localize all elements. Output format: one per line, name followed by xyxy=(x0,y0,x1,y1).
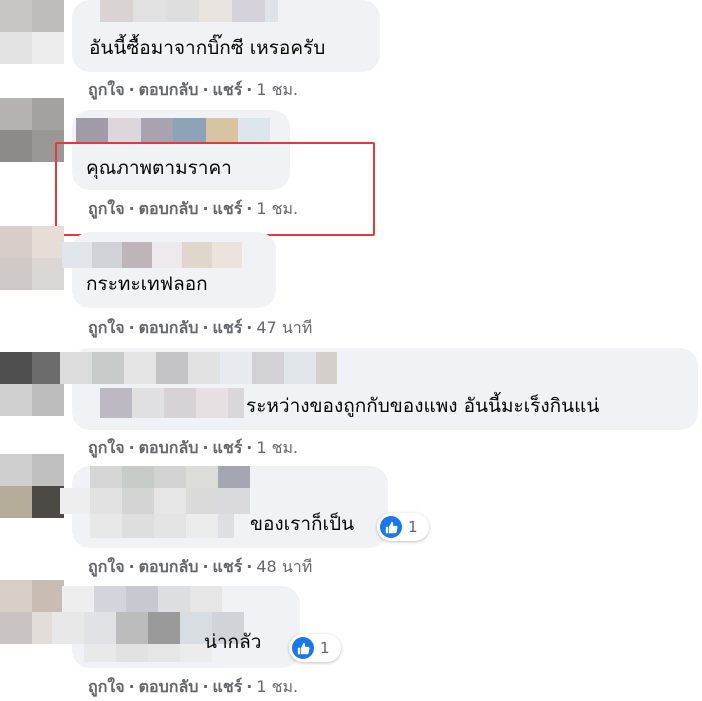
comment-actions: ถูกใจ · ตอบกลับ · แชร์ · 48 นาที xyxy=(88,557,313,576)
thumbs-up-icon xyxy=(380,516,402,538)
reaction-count[interactable]: 1 xyxy=(289,634,341,662)
reply-button[interactable]: ตอบกลับ xyxy=(139,438,199,457)
comment-bubble: กระทะเทฟลอก xyxy=(62,232,276,308)
reaction-count[interactable]: 1 xyxy=(377,513,429,541)
comment-bubble: ของเราก็เป็น xyxy=(60,466,388,548)
timestamp[interactable]: 48 นาที xyxy=(256,557,312,576)
timestamp[interactable]: 1 ชม. xyxy=(256,438,298,457)
reaction-count-label: 1 xyxy=(408,518,418,536)
share-button[interactable]: แชร์ xyxy=(213,318,243,337)
reply-button[interactable]: ตอบกลับ xyxy=(139,318,199,337)
avatar[interactable] xyxy=(0,454,64,518)
highlight-box xyxy=(55,142,375,236)
comment-text: ของเราก็เป็น xyxy=(250,513,355,535)
comment-bubble: น่ากลัว xyxy=(52,586,300,668)
comment-text: อันนี้ซื้อมาจากบิ๊กซี เหรอครับ xyxy=(89,37,326,59)
reaction-count-label: 1 xyxy=(320,639,330,657)
like-button[interactable]: ถูกใจ xyxy=(88,80,125,99)
comment-actions: ถูกใจ · ตอบกลับ · แชร์ · 1 ชม. xyxy=(88,438,299,457)
timestamp[interactable]: 47 นาที xyxy=(256,318,312,337)
like-button[interactable]: ถูกใจ xyxy=(88,557,125,576)
share-button[interactable]: แชร์ xyxy=(213,677,243,696)
avatar[interactable] xyxy=(0,226,64,290)
share-button[interactable]: แชร์ xyxy=(213,557,243,576)
reply-button[interactable]: ตอบกลับ xyxy=(139,557,199,576)
comment-text: น่ากลัว xyxy=(204,631,262,653)
timestamp[interactable]: 1 ชม. xyxy=(256,677,298,696)
comment-actions: ถูกใจ · ตอบกลับ · แชร์ · 1 ชม. xyxy=(88,80,299,99)
comment-text: กระทะเทฟลอก xyxy=(86,273,208,295)
like-button[interactable]: ถูกใจ xyxy=(88,677,125,696)
reply-button[interactable]: ตอบกลับ xyxy=(139,80,199,99)
reply-button[interactable]: ตอบกลับ xyxy=(139,677,199,696)
avatar[interactable] xyxy=(0,0,64,64)
comment-actions: ถูกใจ · ตอบกลับ · แชร์ · 47 นาที xyxy=(88,318,313,337)
share-button[interactable]: แชร์ xyxy=(213,80,243,99)
like-button[interactable]: ถูกใจ xyxy=(88,318,125,337)
timestamp[interactable]: 1 ชม. xyxy=(256,80,298,99)
comment-actions: ถูกใจ · ตอบกลับ · แชร์ · 1 ชม. xyxy=(88,677,299,696)
avatar[interactable] xyxy=(0,352,64,416)
comment-text: ระหว่างของถูกกับของแพง อันนี้มะเร็งกินแน… xyxy=(246,395,600,417)
like-button[interactable]: ถูกใจ xyxy=(88,438,125,457)
share-button[interactable]: แชร์ xyxy=(213,438,243,457)
thumbs-up-icon xyxy=(292,637,314,659)
comment-bubble: อันนี้ซื้อมาจากบิ๊กซี เหรอครับ xyxy=(72,0,380,72)
comment-bubble: ระหว่างของถูกกับของแพง อันนี้มะเร็งกินแน… xyxy=(60,348,698,430)
